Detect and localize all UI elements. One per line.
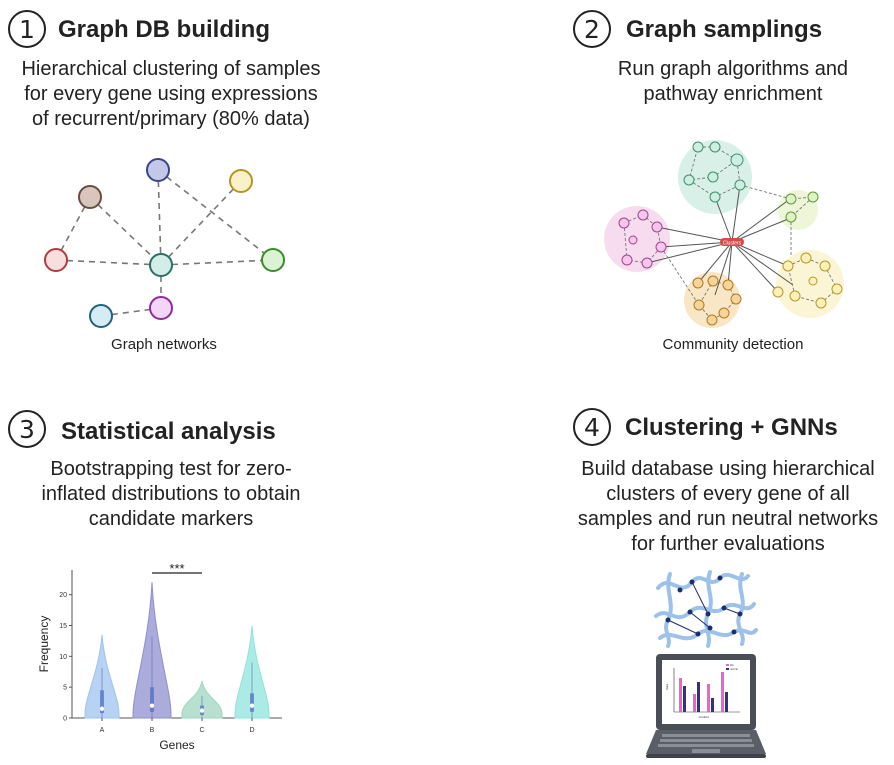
graph-networks-caption: Graph networks	[111, 336, 217, 353]
median-D	[249, 703, 255, 708]
graph-node-magenta	[149, 296, 173, 320]
laptop-legend-ad: AD	[730, 664, 734, 667]
significance-label: ***	[169, 561, 184, 576]
step-2-number-badge: 2	[573, 10, 611, 48]
step-1-number: 1	[19, 14, 35, 44]
y-tick-label: 0	[63, 716, 67, 723]
graph-network-diagram	[44, 158, 285, 328]
step-2-line-2: pathway enrichment	[643, 83, 823, 105]
step-3-description: Bootstrapping test for zero- inflated di…	[0, 457, 342, 532]
median-A	[99, 706, 105, 711]
laptop-xlabel: Condition	[699, 716, 710, 719]
neural-network-icon	[654, 570, 758, 648]
community-detection-diagram: Clusters	[604, 140, 844, 328]
y-tick-label: 20	[59, 592, 67, 599]
step-1-line-1: Hierarchical clustering of samples	[21, 58, 321, 80]
graph-node-brown	[78, 185, 102, 209]
step-3-number-badge: 3	[8, 410, 46, 448]
graph-node-teal-center	[149, 253, 173, 277]
community-detection-caption: Community detection	[662, 336, 804, 353]
y-axis-label: Frequency	[37, 616, 51, 673]
x-tick-label-A: A	[100, 727, 105, 734]
median-C	[199, 708, 205, 713]
median-B	[149, 703, 155, 708]
step-3-line-2: inflated distributions to obtain	[41, 483, 301, 505]
laptop-icon: AD normal Value Condition	[646, 654, 766, 758]
step-4-line-2: clusters of every gene of all	[606, 483, 850, 505]
laptop-ylabel: Value	[666, 683, 669, 690]
y-tick-label: 10	[59, 654, 67, 661]
step-3-title: Statistical analysis	[61, 418, 276, 445]
step-3-number: 3	[19, 414, 35, 444]
y-tick-label: 15	[59, 623, 67, 630]
step-2-title: Graph samplings	[626, 16, 823, 43]
step-1-number-badge: 1	[8, 10, 46, 48]
step-1-line-3: of recurrent/primary (80% data)	[32, 108, 310, 130]
x-tick-label-D: D	[249, 727, 254, 734]
step-2-line-1: Run graph algorithms and	[617, 58, 849, 80]
laptop-legend-normal: normal	[730, 668, 738, 671]
step-1-line-2: for every gene using expressions	[24, 83, 318, 105]
step-1-description: Hierarchical clustering of samples for e…	[0, 57, 342, 132]
step-4-description: Build database using hierarchical cluste…	[562, 457, 894, 557]
step-3-line-1: Bootstrapping test for zero-	[50, 458, 292, 480]
step-4-line-1: Build database using hierarchical	[581, 458, 875, 480]
step-4-number-badge: 4	[573, 408, 611, 446]
graph-node-green	[261, 248, 285, 272]
step-4-line-4: for further evaluations	[631, 533, 825, 555]
step-2-description: Run graph algorithms and pathway enrichm…	[573, 57, 893, 107]
box-D	[250, 693, 254, 712]
step-4-title: Clustering + GNNs	[625, 414, 838, 441]
clusters-hub-label: Clusters	[723, 241, 742, 247]
graph-node-indigo	[146, 158, 170, 182]
step-1-title: Graph DB building	[58, 16, 270, 43]
y-tick-label: 5	[63, 685, 67, 692]
x-tick-label-B: B	[150, 727, 155, 734]
graph-node-yellow	[229, 169, 253, 193]
box-B	[150, 687, 154, 712]
x-tick-label-C: C	[199, 727, 204, 734]
violin-chart: 0 5 10 15 20 Frequency Genes A B C D ***	[37, 561, 282, 752]
step-2-number: 2	[584, 14, 600, 44]
graph-node-cyan	[89, 304, 113, 328]
x-axis-label: Genes	[159, 738, 194, 752]
graph-node-red	[44, 248, 68, 272]
step-4-number: 4	[584, 412, 600, 442]
step-4-line-3: samples and run neutral networks	[577, 508, 879, 530]
step-3-line-3: candidate markers	[88, 508, 254, 530]
